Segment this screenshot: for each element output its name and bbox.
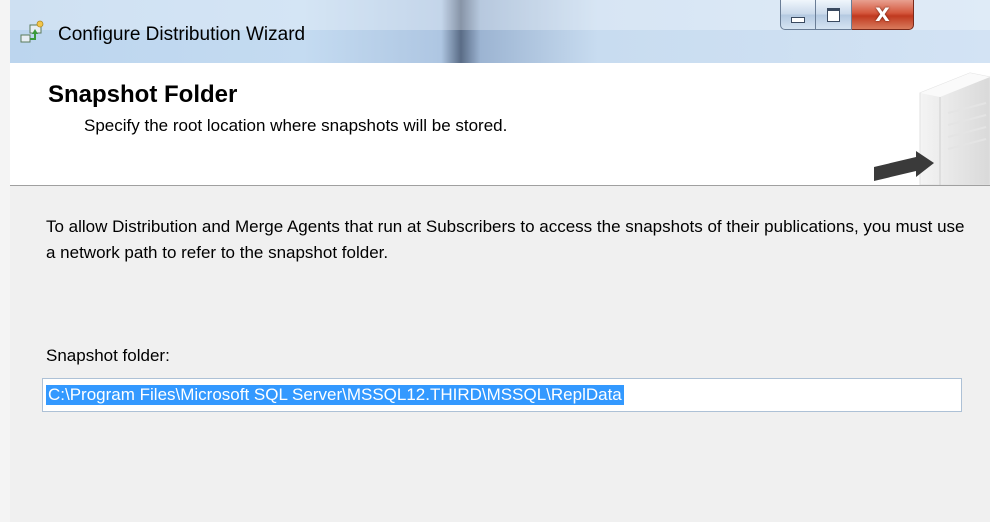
server-tower-icon [874, 72, 990, 185]
close-button[interactable]: X [852, 0, 914, 30]
close-icon: X [875, 3, 890, 26]
description-text: To allow Distribution and Merge Agents t… [46, 217, 965, 262]
maximize-button[interactable] [816, 0, 852, 30]
wizard-content: To allow Distribution and Merge Agents t… [10, 186, 990, 522]
snapshot-folder-label: Snapshot folder: [46, 346, 170, 365]
wizard-header: Snapshot Folder Specify the root locatio… [10, 63, 990, 186]
page-subtitle: Specify the root location where snapshot… [84, 116, 508, 135]
page-title: Snapshot Folder [48, 81, 238, 108]
minimize-button[interactable] [780, 0, 816, 30]
window-controls: X [780, 0, 914, 34]
minimize-icon [791, 16, 805, 23]
title-bar[interactable]: Configure Distribution Wizard X [10, 0, 990, 63]
snapshot-folder-input[interactable]: C:\Program Files\Microsoft SQL Server\MS… [42, 378, 962, 412]
wizard-window: Configure Distribution Wizard X Snapshot… [10, 0, 990, 522]
maximize-icon [827, 7, 840, 22]
wizard-app-icon [20, 20, 44, 43]
window-title: Configure Distribution Wizard [58, 24, 306, 45]
snapshot-folder-value: C:\Program Files\Microsoft SQL Server\MS… [46, 385, 624, 405]
